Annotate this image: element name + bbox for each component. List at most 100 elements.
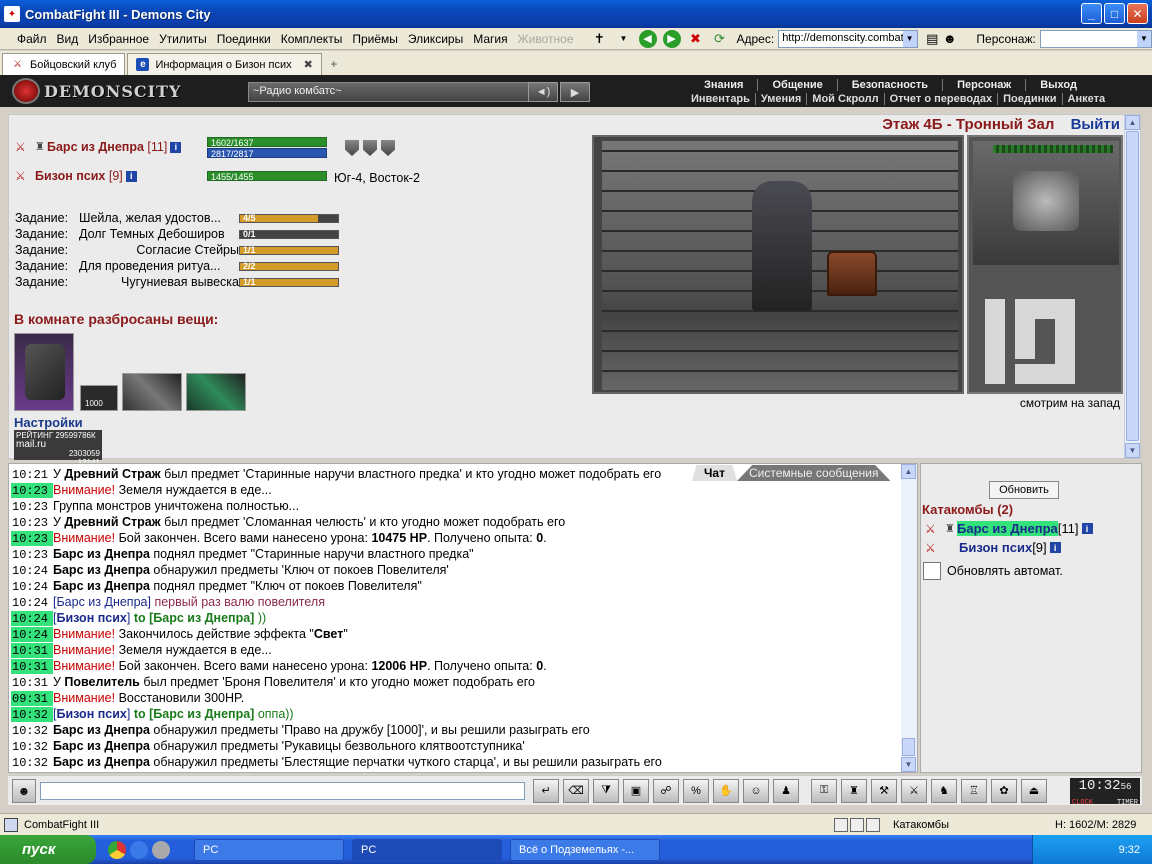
nav-security[interactable]: Безопасность <box>838 79 944 91</box>
attack-icon[interactable]: ⚔ <box>925 541 943 555</box>
quest-row[interactable]: Задание: Долг Темных Дебоширов 0/1 <box>15 226 339 242</box>
throne-object[interactable] <box>752 181 812 311</box>
cross-icon[interactable]: ✝ <box>591 30 609 48</box>
info-icon[interactable]: i <box>1081 523 1093 534</box>
duel-icon[interactable]: ⚔ <box>901 778 927 803</box>
menu-sets[interactable]: Комплекты <box>276 32 348 46</box>
tab-chat[interactable]: Чат <box>692 465 737 481</box>
nav-character[interactable]: Персонаж <box>943 79 1027 91</box>
save-icon[interactable]: ▣ <box>623 778 649 803</box>
nav-skills[interactable]: Умения <box>756 93 808 105</box>
game-scrollbar[interactable]: ▲ ▼ <box>1124 115 1140 458</box>
quest-row[interactable]: Задание: Согласие Стейры 1/1 <box>15 242 339 258</box>
menu-favorites[interactable]: Избранное <box>83 32 154 46</box>
online-player[interactable]: ⚔ Бизон псих [9] i <box>925 540 1061 555</box>
scroll-down-icon[interactable]: ▼ <box>1125 443 1140 458</box>
chat-timestamp[interactable]: 10:24 <box>11 611 53 626</box>
character-dropdown-icon[interactable]: ▼ <box>1137 30 1151 47</box>
volume-icon[interactable]: ◄) <box>528 82 558 102</box>
address-dropdown-icon[interactable]: ▼ <box>902 30 917 47</box>
gloves-item[interactable] <box>122 373 182 411</box>
tab-fight-club[interactable]: ⚔ Бойцовский клуб <box>2 53 126 75</box>
chat-timestamp[interactable]: 10:24 <box>11 627 53 642</box>
nav-communication[interactable]: Общение <box>758 79 838 91</box>
new-tab-icon[interactable]: + <box>324 53 344 75</box>
start-button[interactable]: пуск <box>0 835 96 864</box>
ie-icon[interactable] <box>130 840 148 859</box>
room-view[interactable] <box>592 135 964 394</box>
speed-icon[interactable]: % <box>683 778 709 803</box>
chat-timestamp[interactable]: 10:32 <box>11 755 53 770</box>
menu-file[interactable]: Файл <box>12 32 52 46</box>
nav-transfers[interactable]: Отчет о переводах <box>885 93 999 105</box>
chat-timestamp[interactable]: 10:23 <box>11 515 53 530</box>
chat-timestamp[interactable]: 10:24 <box>11 595 53 610</box>
tab-system-messages[interactable]: Системные сообщения <box>736 465 891 481</box>
chest-object[interactable] <box>827 251 877 296</box>
lock-icon[interactable]: ⚿ <box>811 778 837 803</box>
game-icon[interactable] <box>152 840 170 859</box>
scroll-up-icon[interactable]: ▲ <box>1125 115 1140 130</box>
chat-timestamp[interactable]: 10:23 <box>11 483 53 498</box>
weapon-icon[interactable]: ⚒ <box>871 778 897 803</box>
rating-counter[interactable]: РЕЙТИНГ 29599786К mail.ru 2303059 12141 <box>14 430 102 467</box>
smiley-icon[interactable]: ☻ <box>12 778 36 803</box>
nav-knowledge[interactable]: Знания <box>690 79 759 91</box>
chat-timestamp[interactable]: 09:31 <box>11 691 53 706</box>
people-icon[interactable]: ☻ <box>941 30 958 48</box>
send-icon[interactable]: ↵ <box>533 778 559 803</box>
chat-timestamp[interactable]: 10:23 <box>11 547 53 562</box>
close-tab-icon[interactable]: ✖ <box>304 58 313 71</box>
auto-refresh-checkbox[interactable] <box>923 562 941 580</box>
dropdown-arrow-icon[interactable]: ▼ <box>615 30 633 48</box>
chat-timestamp[interactable]: 10:24 <box>11 579 53 594</box>
attack-icon[interactable]: ⚔ <box>925 522 943 536</box>
chat-input[interactable] <box>40 781 525 800</box>
scroll-thumb[interactable] <box>1126 131 1139 441</box>
emote-icon[interactable]: ☺ <box>743 778 769 803</box>
info-icon[interactable]: i <box>1049 542 1061 553</box>
clock-label[interactable]: CLOCK <box>1072 795 1093 811</box>
nav-duels[interactable]: Поединки <box>998 93 1063 105</box>
stop-icon[interactable]: ✖ <box>687 30 705 48</box>
chat-timestamp[interactable]: 10:32 <box>11 707 53 722</box>
settings-link[interactable]: Настройки <box>14 415 83 430</box>
character-select[interactable]: ▼ <box>1039 29 1152 48</box>
taskbar-item[interactable]: Всё о Подземельях -... <box>510 838 660 861</box>
castle-icon[interactable]: ♖ <box>961 778 987 803</box>
chat-timestamp[interactable]: 10:32 <box>11 739 53 754</box>
chat-timestamp[interactable]: 10:24 <box>11 563 53 578</box>
page-icon[interactable]: ▤ <box>924 30 941 48</box>
scroll-up-icon[interactable]: ▲ <box>901 464 916 479</box>
nav-inventory[interactable]: Инвентарь <box>686 93 756 105</box>
scroll-thumb[interactable] <box>902 738 915 756</box>
navigation-compass[interactable] <box>973 141 1119 265</box>
close-button[interactable]: ✕ <box>1127 3 1148 24</box>
taskbar-item[interactable]: PC <box>352 838 502 861</box>
chat-timestamp[interactable]: 10:23 <box>11 531 53 546</box>
back-icon[interactable]: ◀ <box>638 29 657 48</box>
walk-icon[interactable]: ☍ <box>653 778 679 803</box>
shield-badge-icon[interactable] <box>363 140 377 156</box>
menu-techniques[interactable]: Приёмы <box>347 32 403 46</box>
minimap[interactable] <box>973 269 1119 389</box>
chat-timestamp[interactable]: 10:23 <box>11 499 53 514</box>
filter-icon[interactable]: ⧩ <box>593 778 619 803</box>
quest-row[interactable]: Задание: Для проведения ритуа... 2/2 <box>15 258 339 274</box>
guard-icon[interactable]: ♞ <box>931 778 957 803</box>
chrome-icon[interactable] <box>108 840 126 859</box>
chat-timestamp[interactable]: 10:31 <box>11 675 53 690</box>
online-player-name[interactable]: Бизон псих <box>959 540 1032 555</box>
online-player-name[interactable]: Барс из Днепра <box>957 521 1058 536</box>
chat-timestamp[interactable]: 10:32 <box>11 723 53 738</box>
exit-link[interactable]: Выйти <box>1071 116 1120 133</box>
radio-selector[interactable]: ~Радио комбатс~ <box>248 82 530 102</box>
nav-my-scroll[interactable]: Мой Скролл <box>807 93 885 105</box>
nav-profile[interactable]: Анкета <box>1063 93 1111 105</box>
tab-player-info[interactable]: e Информация о Бизон псих ✖ <box>127 53 322 75</box>
bag-icon[interactable]: ♜ <box>841 778 867 803</box>
shield-badge-icon[interactable] <box>381 140 395 156</box>
scroll-item[interactable]: 1000 <box>80 385 118 411</box>
player-name[interactable]: Бизон псих <box>35 169 105 183</box>
tray-clock[interactable]: 9:32 <box>1119 844 1140 856</box>
